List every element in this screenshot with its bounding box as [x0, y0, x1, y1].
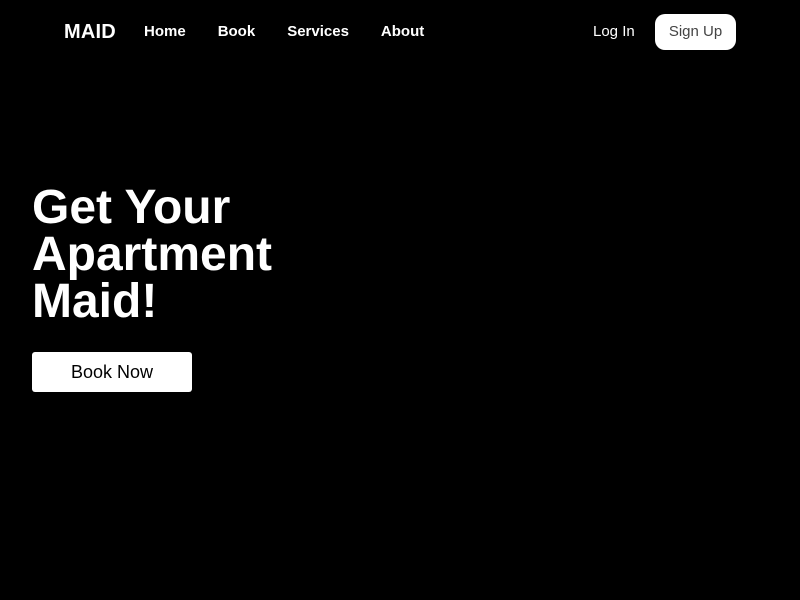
login-link[interactable]: Log In	[593, 22, 635, 42]
nav-link-home[interactable]: Home	[144, 22, 186, 42]
brand-logo[interactable]: MAID	[64, 20, 116, 44]
main-nav: Home Book Services About	[144, 22, 424, 42]
nav-link-services[interactable]: Services	[287, 22, 349, 42]
nav-link-book[interactable]: Book	[218, 22, 256, 42]
hero-title-line: Get Your	[32, 181, 231, 234]
book-now-button[interactable]: Book Now	[32, 352, 192, 392]
hero-title: Get Your Apartment Maid!	[32, 181, 352, 328]
hero-title-line: Apartment	[32, 228, 273, 281]
signup-button[interactable]: Sign Up	[655, 14, 736, 50]
hero-title-line: Maid!	[32, 275, 158, 328]
top-navbar: MAID Home Book Services About Log In Sig…	[0, 0, 800, 64]
nav-link-about[interactable]: About	[381, 22, 424, 42]
